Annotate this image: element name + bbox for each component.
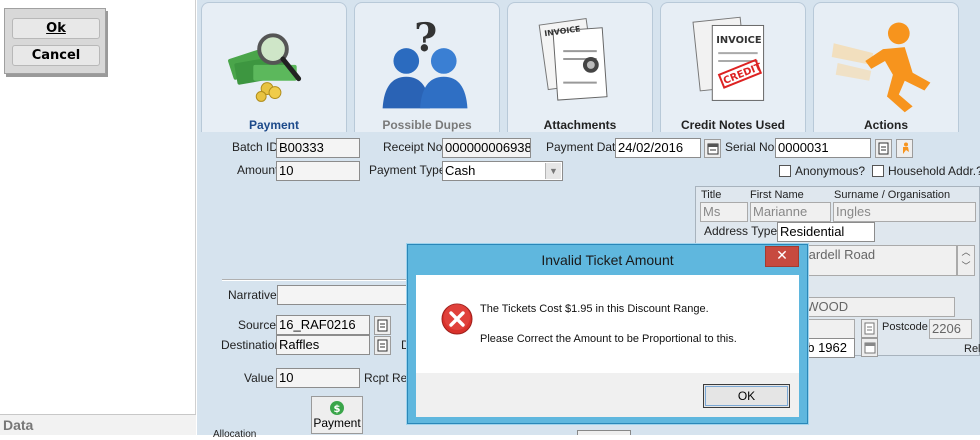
suburb-field[interactable]: LWOOD — [797, 297, 955, 317]
cancel-button[interactable]: Cancel — [12, 45, 100, 66]
action-button-group: Ok Cancel — [4, 8, 106, 74]
people-question-icon: ? — [382, 15, 468, 109]
dialog-footer: OK — [416, 373, 799, 417]
title-field[interactable]: Ms — [700, 202, 748, 222]
payment-type-value: Cash — [445, 163, 476, 178]
rel-label: Rel — [964, 343, 980, 355]
ok-button[interactable]: Ok — [12, 18, 100, 39]
household-label: Household Addr.? — [888, 164, 980, 178]
destination-field[interactable]: Raffles — [276, 335, 370, 355]
calendar-button[interactable] — [704, 139, 721, 158]
serial-no-label: Serial No. — [725, 140, 778, 154]
tab-credit-notes-used[interactable]: INVOICE CREDIT Credit Notes Used — [660, 2, 806, 132]
narrative-label: Narrative — [228, 288, 277, 302]
serial-action-button[interactable] — [896, 139, 913, 158]
chevron-up-icon[interactable]: ︿ — [958, 246, 974, 260]
street-address-field[interactable]: Pardell Road — [797, 245, 957, 276]
tab-possible-dupes[interactable]: ? Possible Dupes — [354, 2, 500, 132]
payment-date-label: Payment Date — [546, 140, 623, 154]
left-panel: Ok Cancel Data — [0, 0, 196, 435]
postcode-field[interactable]: 2206 — [929, 319, 972, 339]
first-name-column-label: First Name — [750, 189, 804, 201]
destination-label: Destination — [221, 338, 282, 352]
serial-lookup-button[interactable] — [875, 139, 892, 158]
document-icon — [878, 142, 889, 155]
household-checkbox[interactable] — [872, 165, 884, 177]
anonymous-checkbox[interactable] — [779, 165, 791, 177]
calendar-icon — [707, 143, 719, 155]
surname-column-label: Surname / Organisation — [834, 189, 951, 201]
address-type-label: Address Type — [704, 224, 778, 238]
lookup-button[interactable] — [861, 319, 878, 338]
chevron-down-icon[interactable]: ▼ — [545, 163, 561, 179]
tab-label: Possible Dupes — [382, 118, 472, 132]
running-man-small-icon — [903, 142, 909, 154]
tab-actions[interactable]: Actions — [813, 2, 959, 132]
payment-type-select[interactable]: Cash ▼ — [442, 161, 563, 181]
payment-date-field[interactable]: 24/02/2016 — [615, 138, 701, 158]
dob-calendar-button[interactable] — [861, 338, 878, 357]
source-label: Source — [238, 318, 277, 332]
tab-label: Credit Notes Used — [680, 118, 786, 132]
dialog-message-line1: The Tickets Cost $1.95 in this Discount … — [480, 303, 709, 315]
payment-type-label: Payment Type — [369, 163, 446, 177]
batch-id-label: Batch ID — [232, 140, 279, 154]
anonymous-label: Anonymous? — [795, 164, 866, 178]
dollar-icon: $ — [330, 401, 344, 415]
tab-label: Actions — [863, 118, 908, 132]
destination-lookup-button[interactable] — [374, 336, 391, 355]
divider — [222, 279, 412, 281]
dialog-body: The Tickets Cost $1.95 in this Discount … — [416, 275, 799, 373]
tab-label: Attachments — [543, 118, 617, 132]
serial-no-field[interactable]: 0000031 — [775, 138, 871, 158]
money-magnifier-icon — [228, 33, 302, 102]
calendar-icon — [864, 342, 876, 354]
source-lookup-button[interactable] — [374, 316, 391, 335]
receipt-no-label: Receipt No. — [383, 140, 446, 154]
error-dialog: Invalid Ticket Amount ✕ The Tickets Cost… — [407, 244, 808, 424]
title-column-label: Title — [701, 189, 722, 201]
data-section-header[interactable]: Data — [0, 414, 196, 435]
payment-button[interactable]: $ Payment — [311, 396, 363, 434]
dialog-close-button[interactable]: ✕ — [765, 246, 799, 267]
amount-field[interactable]: 10 — [276, 161, 360, 181]
tab-attachments[interactable]: INVOICE Attachments — [507, 2, 653, 132]
dialog-ok-button[interactable]: OK — [703, 384, 790, 408]
address-type-field[interactable]: Residential — [777, 222, 875, 242]
narrative-field[interactable] — [277, 285, 409, 305]
allocation-control[interactable] — [577, 430, 631, 435]
document-icon — [377, 319, 388, 332]
invoice-pin-icon: INVOICE — [538, 17, 608, 101]
amount-label: Amount — [237, 163, 279, 177]
payment-button-label: Payment — [313, 416, 361, 430]
value-label: Value — [244, 371, 274, 385]
source-field[interactable]: 16_RAF0216 — [276, 315, 370, 335]
dialog-message-line2: Please Correct the Amount to be Proporti… — [480, 333, 737, 345]
svg-text:$: $ — [334, 404, 341, 415]
first-name-field[interactable]: Marianne — [750, 202, 831, 222]
value-field[interactable]: 10 — [276, 368, 360, 388]
running-man-icon — [831, 22, 931, 113]
close-icon: ✕ — [776, 248, 788, 264]
document-icon — [377, 339, 388, 352]
address-scrollbar[interactable]: ︿ ﹀ — [957, 245, 975, 276]
receipt-no-field[interactable]: 000000006938 — [442, 138, 531, 158]
postcode-label: Postcode — [882, 321, 928, 333]
tab-label: Payment — [248, 118, 300, 132]
invoice-credit-icon: INVOICE CREDIT — [692, 16, 765, 101]
surname-field[interactable]: Ingles — [833, 202, 976, 222]
error-icon — [441, 303, 473, 335]
dialog-title: Invalid Ticket Amount — [541, 252, 674, 268]
svg-text:INVOICE: INVOICE — [716, 35, 762, 46]
tab-payment[interactable]: Payment — [201, 2, 347, 132]
document-icon — [864, 322, 875, 335]
batch-id-field[interactable]: B00333 — [276, 138, 360, 158]
chevron-down-icon[interactable]: ﹀ — [958, 260, 974, 274]
